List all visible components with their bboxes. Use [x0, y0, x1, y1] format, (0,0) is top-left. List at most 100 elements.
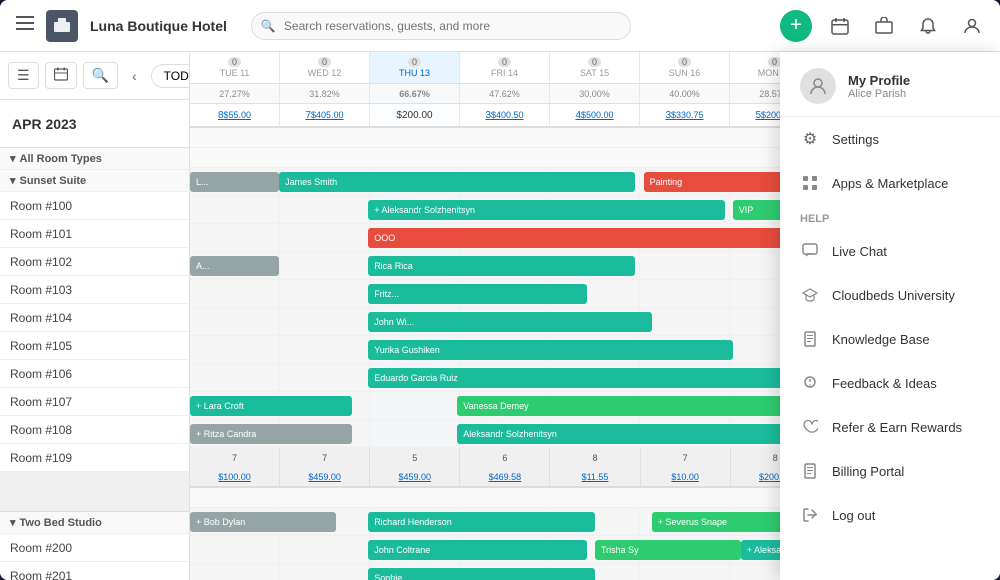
settings-label: Settings [832, 132, 879, 147]
profile-section[interactable]: My Profile Alice Parish [780, 52, 1000, 117]
day-cell [190, 364, 280, 391]
stats-cell-sun16: 40.00% [640, 84, 730, 103]
booking-bar[interactable]: James Smith [279, 172, 635, 192]
room-row-101[interactable]: Room #101 [0, 220, 189, 248]
room-row-107[interactable]: Room #107 [0, 388, 189, 416]
room-row-102[interactable]: Room #102 [0, 248, 189, 276]
price-cell-tue11[interactable]: 8$55.00 [190, 104, 280, 126]
room-row-200[interactable]: Room #200 [0, 534, 189, 562]
menu-item-settings[interactable]: ⚙ Settings [780, 117, 1000, 161]
stats-cell-tue11: 27.27% [190, 84, 280, 103]
profile-avatar [800, 68, 836, 104]
search-rooms-icon[interactable]: 🔍 [83, 62, 118, 89]
day-cell [280, 536, 370, 563]
add-button[interactable]: + [780, 10, 812, 42]
settings-icon: ⚙ [800, 129, 820, 149]
all-room-types-category[interactable]: ▾ All Room Types [0, 148, 189, 170]
month-title: APR 2023 [12, 116, 77, 132]
day-cell [280, 280, 370, 307]
room-row-104[interactable]: Room #104 [0, 304, 189, 332]
help-section-label: Help [780, 205, 1000, 229]
day-cell [280, 224, 370, 251]
room-row-109[interactable]: Room #109 [0, 444, 189, 472]
date-header-cell-tue11[interactable]: 0 TUE 11 [190, 52, 280, 83]
booking-bar[interactable]: Fritz... [368, 284, 587, 304]
rooms-icon[interactable] [868, 10, 900, 42]
day-cell [640, 564, 730, 580]
booking-bar[interactable]: John Wi... [368, 312, 652, 332]
menu-item-apps[interactable]: Apps & Marketplace [780, 161, 1000, 205]
room-row-108[interactable]: Room #108 [0, 416, 189, 444]
menu-item-billing[interactable]: Billing Portal [780, 449, 1000, 493]
date-header-cell-thu13[interactable]: 0 THU 13 [370, 52, 460, 83]
profile-icon[interactable] [956, 10, 988, 42]
day-cell [190, 536, 280, 563]
booking-bar[interactable]: Rica Rica [368, 256, 635, 276]
menu-item-logout[interactable]: Log out [780, 493, 1000, 537]
logout-icon [800, 505, 820, 525]
day-cell [190, 308, 280, 335]
booking-bar[interactable]: Yurika Gushiken [368, 340, 733, 360]
menu-item-feedback[interactable]: Feedback & Ideas [780, 361, 1000, 405]
stats-cell-fri14: 47.62% [460, 84, 550, 103]
price-cell-fri14[interactable]: 3$400.50 [460, 104, 550, 126]
search-input[interactable] [251, 12, 631, 40]
hamburger-icon[interactable] [12, 12, 38, 39]
booking-bar[interactable]: + Ritza Candra [190, 424, 352, 444]
top-nav: Luna Boutique Hotel 🔍 + [0, 0, 1000, 52]
day-cell [190, 336, 280, 363]
calendar-view-icon[interactable] [45, 62, 77, 89]
room-row-103[interactable]: Room #103 [0, 276, 189, 304]
price-cell-sun16[interactable]: 3$330.75 [640, 104, 730, 126]
booking-bar[interactable]: + Lara Croft [190, 396, 352, 416]
room-row-106[interactable]: Room #106 [0, 360, 189, 388]
two-bed-studio-category[interactable]: ▾ Two Bed Studio [0, 512, 189, 534]
university-label: Cloudbeds University [832, 288, 955, 303]
notification-icon[interactable] [912, 10, 944, 42]
prev-arrow[interactable]: ‹ [124, 64, 145, 88]
booking-bar[interactable]: OOO [368, 228, 814, 248]
date-header-cell-wed12[interactable]: 0 WED 12 [280, 52, 370, 83]
booking-bar[interactable]: + Bob Dylan [190, 512, 336, 532]
booking-bar[interactable]: Eduardo Garcia Ruiz [368, 368, 830, 388]
profile-info: My Profile Alice Parish [848, 73, 910, 100]
date-header-cell-sat15[interactable]: 0 SAT 15 [550, 52, 640, 83]
knowledge-base-icon [800, 329, 820, 349]
sunset-suite-category[interactable]: ▾ Sunset Suite [0, 170, 189, 192]
booking-bar[interactable]: A... [190, 256, 279, 276]
room-row-100[interactable]: Room #100 [0, 192, 189, 220]
menu-item-knowledge-base[interactable]: Knowledge Base [780, 317, 1000, 361]
date-header-cell-sun16[interactable]: 0 SUN 16 [640, 52, 730, 83]
price-cell-wed12[interactable]: 7$405.00 [280, 104, 370, 126]
booking-bar[interactable]: Vanessa Demey [457, 396, 822, 416]
booking-bar[interactable]: John Coltrane [368, 540, 587, 560]
search-icon: 🔍 [261, 19, 276, 33]
price-cell-thu13[interactable]: $200.00 [370, 104, 460, 126]
booking-bar[interactable]: Trisha Sy [595, 540, 741, 560]
room-row-201[interactable]: Room #201 [0, 562, 189, 580]
room-row-105[interactable]: Room #105 [0, 332, 189, 360]
booking-bar[interactable]: Sophie ... [368, 568, 595, 580]
menu-item-university[interactable]: Cloudbeds University [780, 273, 1000, 317]
room-list: ▾ All Room Types ▾ Sunset Suite Room #10… [0, 148, 189, 580]
day-cell [280, 364, 370, 391]
billing-label: Billing Portal [832, 464, 904, 479]
search-bar: 🔍 [251, 12, 631, 40]
left-panel: ☰ 🔍 ‹ TODAY › + APR 2023 [0, 52, 190, 580]
calendar-icon[interactable] [824, 10, 856, 42]
booking-bar[interactable]: L... [190, 172, 279, 192]
price-cell-sat15[interactable]: 4$500.00 [550, 104, 640, 126]
university-icon [800, 285, 820, 305]
stats-cell-thu13: 66.67% [370, 84, 460, 103]
day-cell [280, 308, 370, 335]
booking-bar[interactable]: Richard Henderson [368, 512, 595, 532]
today-button[interactable]: TODAY [151, 64, 190, 88]
logout-label: Log out [832, 508, 875, 523]
list-view-icon[interactable]: ☰ [8, 62, 39, 89]
booking-bar[interactable]: + Aleksandr Solzhenitsyn [368, 200, 724, 220]
menu-item-refer[interactable]: Refer & Earn Rewards [780, 405, 1000, 449]
day-cell [280, 252, 370, 279]
menu-item-live-chat[interactable]: Live Chat [780, 229, 1000, 273]
apps-label: Apps & Marketplace [832, 176, 948, 191]
date-header-cell-fri14[interactable]: 0 FRI 14 [460, 52, 550, 83]
